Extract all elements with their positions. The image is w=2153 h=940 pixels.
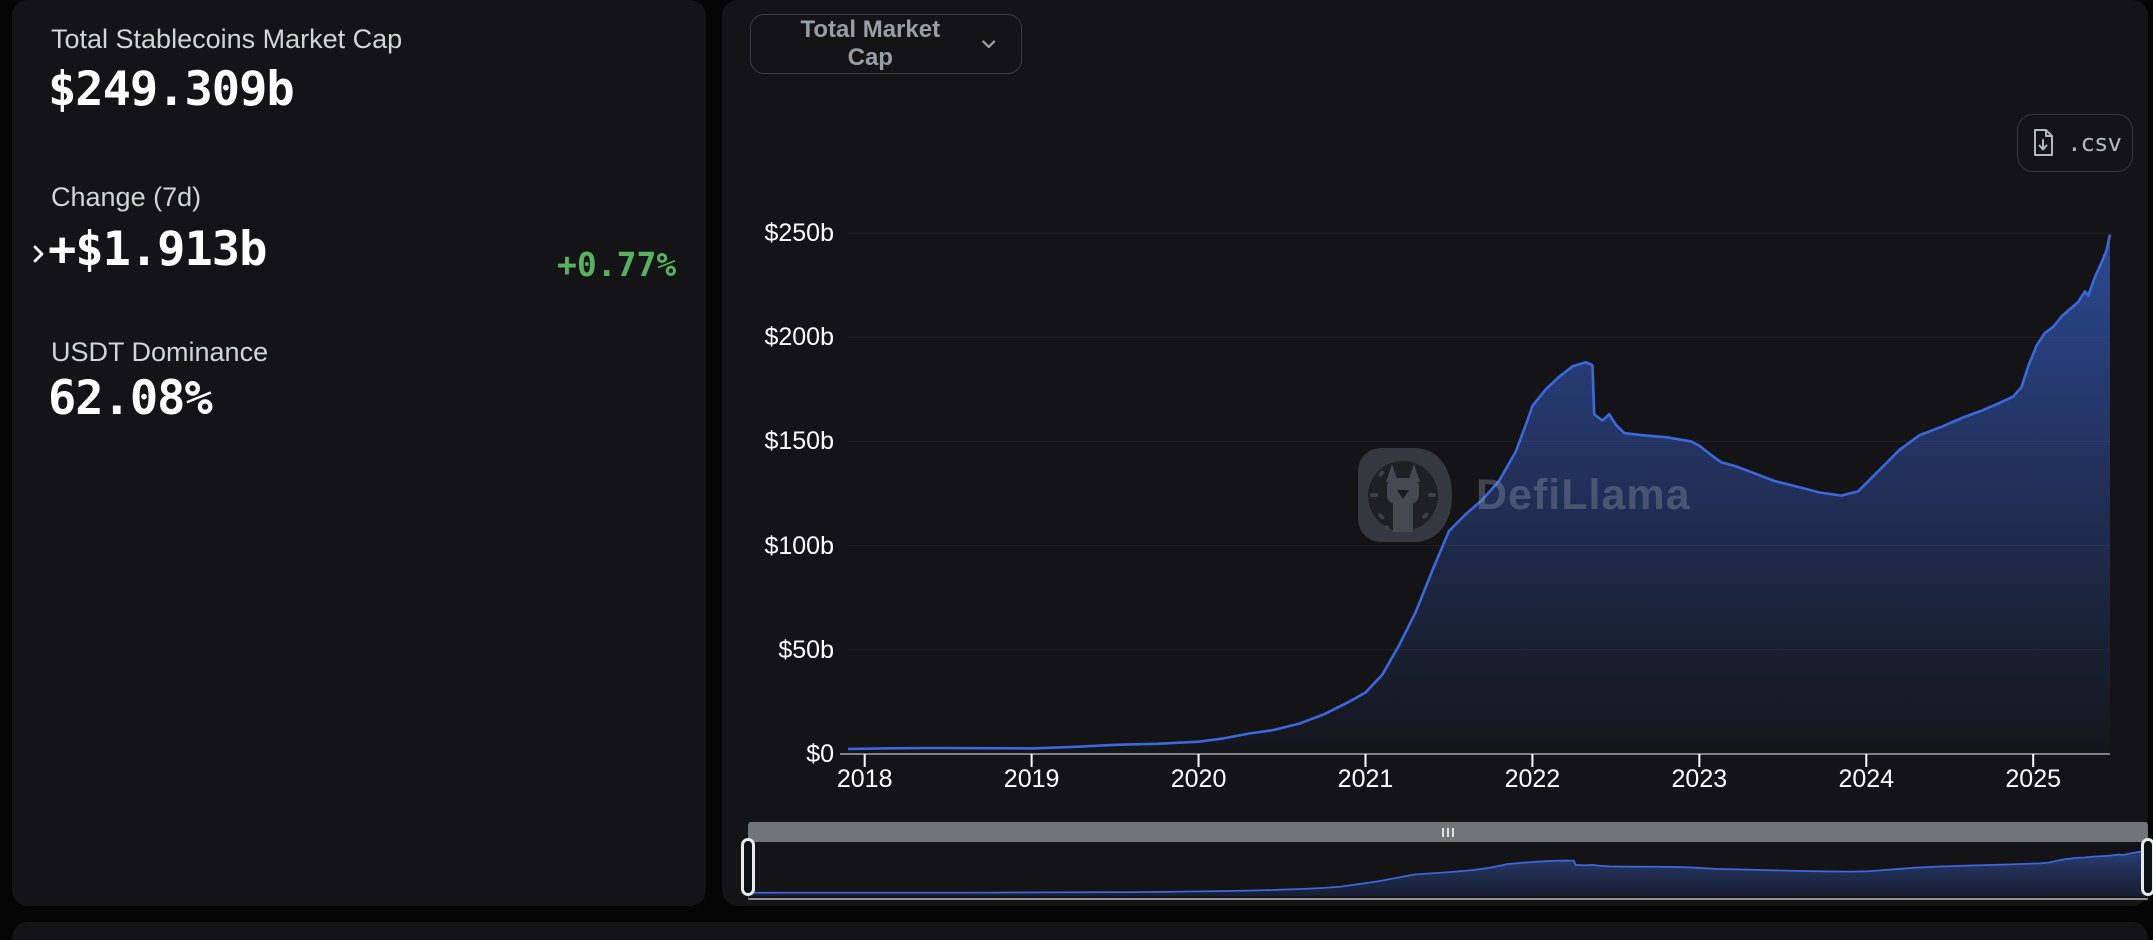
- x-axis-label: 2025: [1988, 763, 2078, 795]
- market-cap-label: Total Stablecoins Market Cap: [51, 22, 402, 56]
- next-section-panel: [12, 922, 2148, 940]
- drag-grip-icon: [1442, 828, 1454, 837]
- stablecoins-dashboard: Total Stablecoins Market Cap $249.309b C…: [0, 0, 2153, 940]
- y-axis-label: $150b: [722, 425, 834, 457]
- x-axis-label: 2024: [1821, 763, 1911, 795]
- usdt-dominance-label: USDT Dominance: [51, 335, 268, 369]
- y-axis-label: $0: [722, 738, 834, 770]
- y-axis-label: $100b: [722, 530, 834, 562]
- y-axis-label: $200b: [722, 321, 834, 353]
- stats-panel: Total Stablecoins Market Cap $249.309b C…: [12, 0, 706, 906]
- x-axis-label: 2022: [1487, 763, 1577, 795]
- csv-button-label: .csv: [2067, 129, 2121, 157]
- metric-selector-label: Total Market Cap: [777, 16, 964, 72]
- x-axis-label: 2020: [1154, 763, 1244, 795]
- change-7d-percent: +0.77%: [557, 246, 676, 284]
- brush-drag-bar[interactable]: [748, 822, 2148, 842]
- brush-right-handle[interactable]: [2141, 838, 2153, 896]
- brush-left-handle[interactable]: [741, 838, 755, 896]
- y-axis-label: $50b: [722, 634, 834, 666]
- chart-panel: Total Market Cap .csv $0 $50b $100b $150b $2…: [722, 0, 2148, 906]
- market-cap-value: $249.309b: [48, 62, 294, 118]
- download-csv-button[interactable]: .csv: [2017, 114, 2133, 172]
- area-fill: [848, 235, 2110, 755]
- x-axis-label: 2018: [820, 763, 910, 795]
- x-axis-label: 2021: [1320, 763, 1410, 795]
- brush-mini-chart[interactable]: [748, 842, 2148, 900]
- market-cap-area-chart[interactable]: [848, 233, 2110, 773]
- metric-selector-dropdown[interactable]: Total Market Cap: [750, 14, 1022, 74]
- x-axis-label: 2023: [1654, 763, 1744, 795]
- time-range-brush[interactable]: [748, 822, 2148, 900]
- change-7d-label: Change (7d): [51, 180, 201, 214]
- x-axis-label: 2019: [987, 763, 1077, 795]
- file-download-icon: [2029, 128, 2057, 158]
- y-axis-label: $250b: [722, 217, 834, 249]
- chevron-down-icon: [978, 33, 999, 55]
- usdt-dominance-value: 62.08%: [48, 371, 212, 427]
- change-7d-value: +$1.913b: [48, 222, 266, 278]
